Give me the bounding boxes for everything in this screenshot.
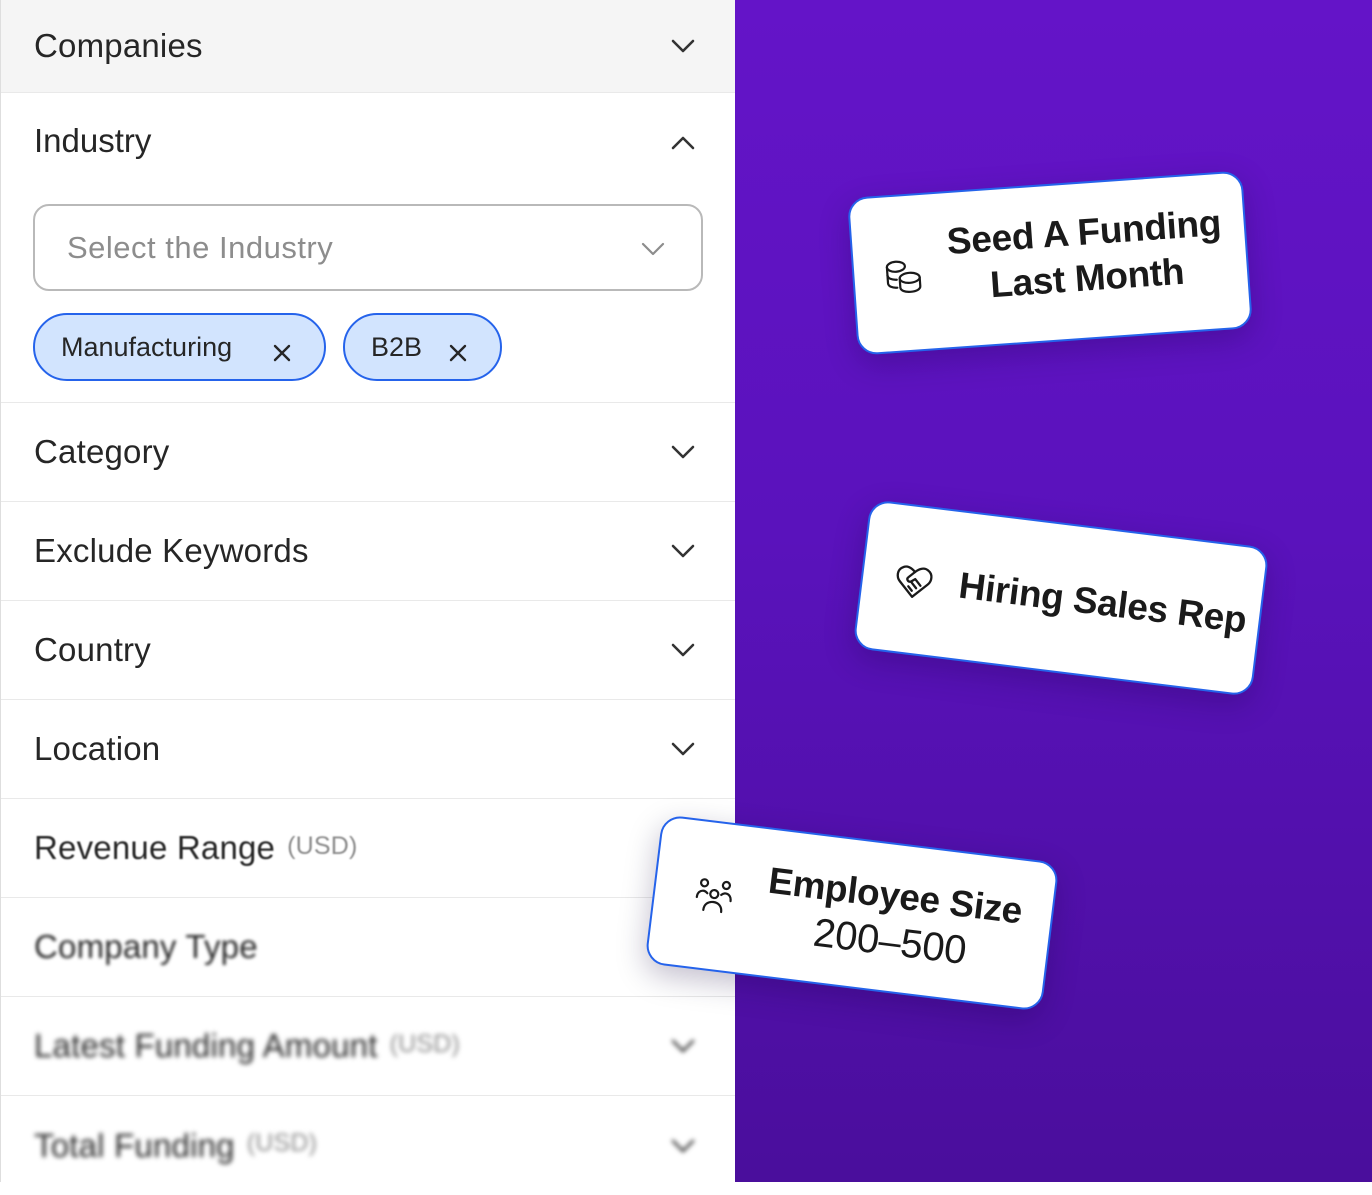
- seed-funding-card-text: Seed A Funding Last Month: [935, 199, 1237, 311]
- employee-size-card-text: Employee Size 200–500: [743, 856, 1042, 984]
- currency-unit: (USD): [389, 1029, 461, 1058]
- chip-label: Manufacturing: [61, 331, 233, 362]
- chevron-up-icon[interactable]: [671, 136, 695, 150]
- coins-icon: [881, 255, 926, 300]
- filter-total-funding-label: Total Funding (USD): [34, 1096, 317, 1195]
- filter-latest-funding-amount[interactable]: Latest Funding Amount (USD): [1, 997, 735, 1096]
- chevron-down-icon[interactable]: [671, 1039, 695, 1053]
- heart-handshake-icon: [890, 559, 937, 606]
- chip-label: B2B: [371, 331, 423, 362]
- chevron-down-icon[interactable]: [671, 39, 695, 53]
- filter-revenue-range-label: Revenue Range (USD): [34, 799, 358, 897]
- filter-total-funding-text: Total Funding: [34, 1126, 235, 1164]
- filter-sidebar: Companies Industry Select the Industry M…: [0, 0, 735, 1182]
- team-icon: [691, 873, 738, 920]
- industry-chip-b2b: B2B: [343, 313, 502, 381]
- filter-country[interactable]: Country: [1, 601, 735, 700]
- filter-total-funding[interactable]: Total Funding (USD): [1, 1096, 735, 1195]
- currency-unit: (USD): [246, 1129, 318, 1157]
- industry-chip-manufacturing: Manufacturing: [33, 313, 326, 381]
- filter-industry-label[interactable]: Industry: [34, 122, 151, 160]
- industry-select[interactable]: Select the Industry: [33, 204, 703, 291]
- seed-funding-card: Seed A Funding Last Month: [846, 170, 1254, 356]
- filter-revenue-range[interactable]: Revenue Range (USD): [1, 799, 735, 898]
- close-icon[interactable]: [449, 338, 467, 362]
- chevron-down-icon[interactable]: [671, 643, 695, 657]
- filter-revenue-range-text: Revenue Range: [34, 829, 276, 866]
- filter-companies-label: Companies: [34, 27, 203, 64]
- seed-funding-line2: Last Month: [988, 250, 1186, 306]
- chevron-down-icon[interactable]: [671, 1139, 695, 1153]
- hiring-card-text: Hiring Sales Rep: [956, 564, 1249, 641]
- filter-latest-funding-amount-text: Latest Funding Amount: [34, 1027, 378, 1064]
- currency-unit: (USD): [287, 831, 358, 860]
- filter-exclude-keywords-label: Exclude Keywords: [34, 532, 309, 569]
- filter-exclude-keywords[interactable]: Exclude Keywords: [1, 502, 735, 601]
- filter-location[interactable]: Location: [1, 700, 735, 799]
- filter-company-type[interactable]: Company Type: [1, 898, 735, 997]
- filter-companies[interactable]: Companies: [1, 0, 735, 93]
- chevron-down-icon[interactable]: [671, 445, 695, 459]
- filter-location-label: Location: [34, 730, 161, 767]
- industry-select-placeholder: Select the Industry: [67, 229, 334, 265]
- filter-industry: Industry Select the Industry Manufacturi…: [1, 93, 735, 403]
- filter-category-label: Category: [34, 433, 170, 470]
- chevron-down-icon[interactable]: [671, 742, 695, 756]
- filter-company-type-label: Company Type: [34, 928, 258, 965]
- filter-latest-funding-amount-label: Latest Funding Amount (USD): [34, 997, 460, 1095]
- close-icon[interactable]: [273, 338, 291, 362]
- chevron-down-icon[interactable]: [671, 544, 695, 558]
- chevron-down-icon: [641, 242, 665, 256]
- filter-country-label: Country: [34, 631, 151, 668]
- filter-category[interactable]: Category: [1, 403, 735, 502]
